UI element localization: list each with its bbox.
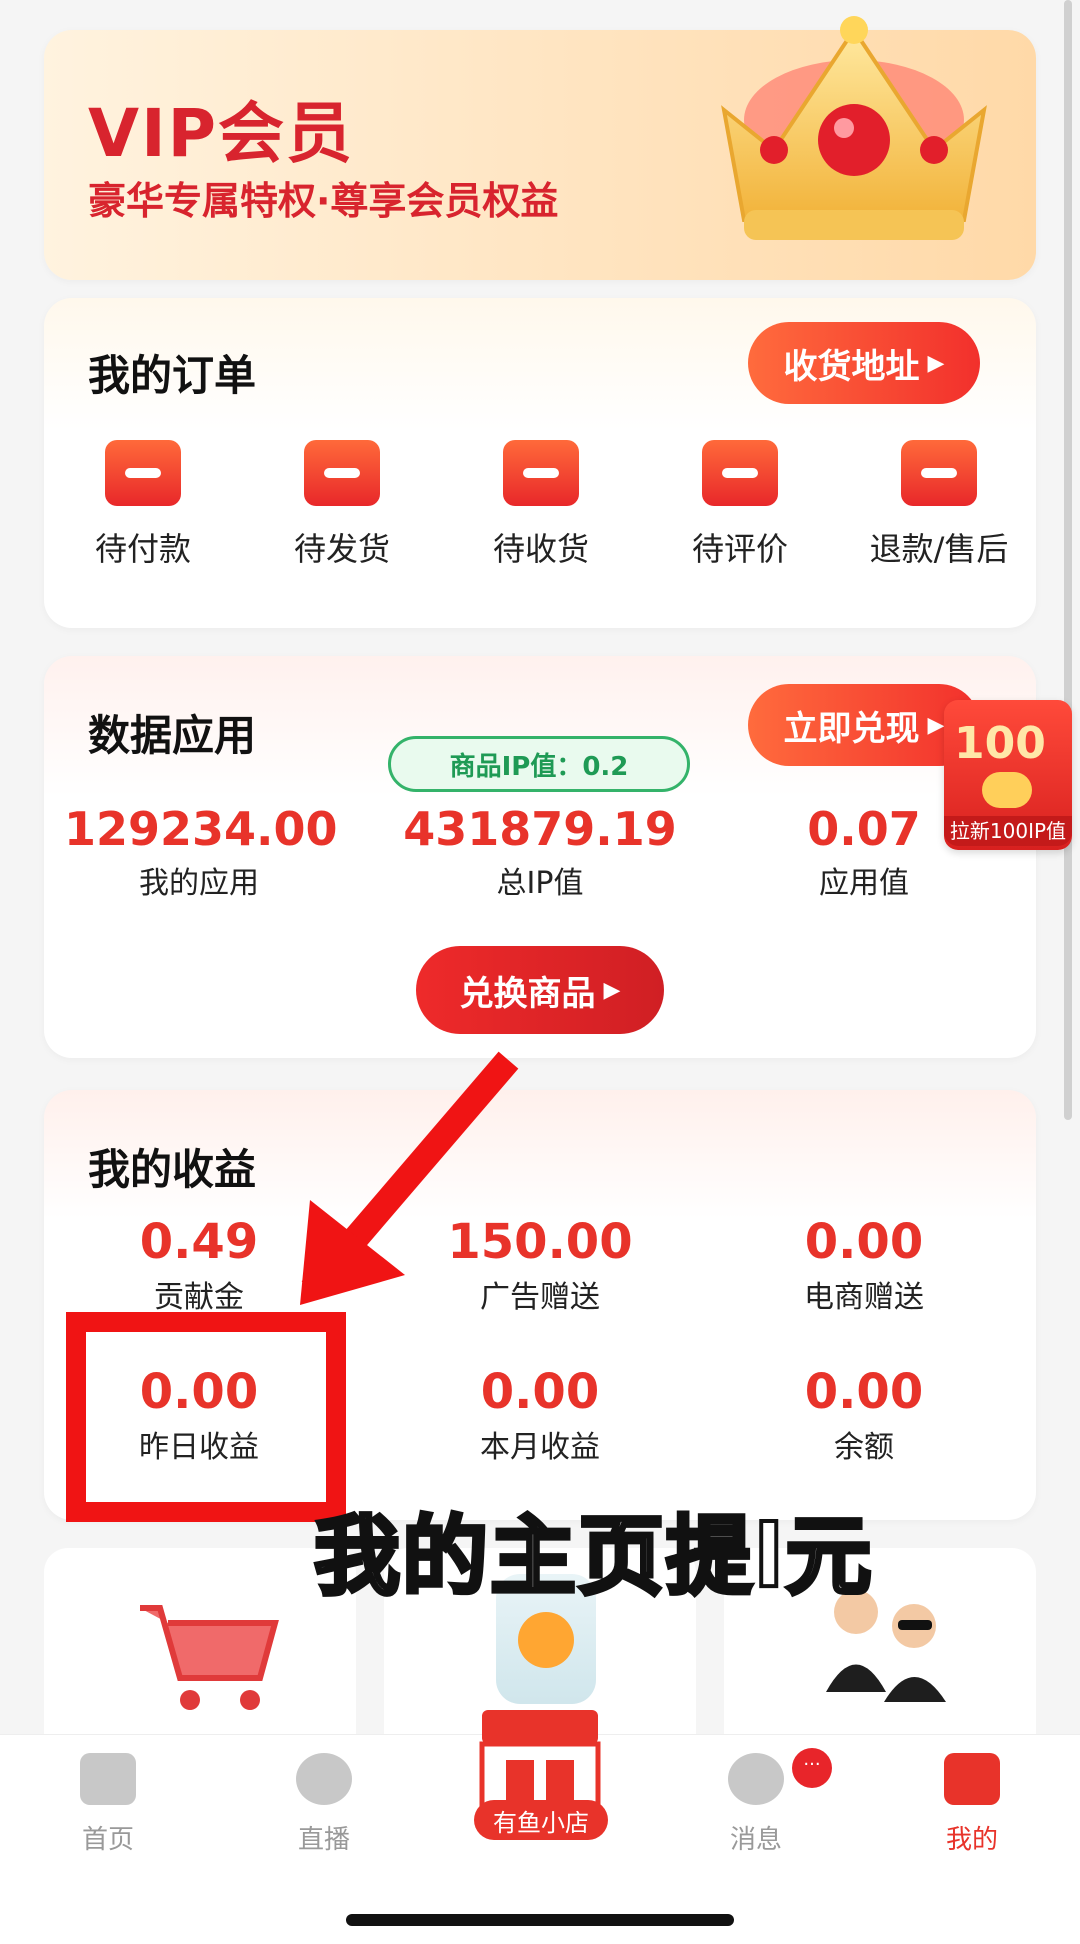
data-app-card: 数据应用 立即兑现 ▶ 商品IP值：0.2 129234.00 我的应用 431… xyxy=(44,656,1036,1058)
order-label: 待发货 xyxy=(293,530,390,568)
comment-icon xyxy=(702,440,778,506)
stat-ecommerce-bonus: 0.00 电商赠送 xyxy=(754,1214,974,1316)
order-pending-payment[interactable]: 待付款 xyxy=(48,440,238,570)
tab-shop-label[interactable]: 有鱼小店 xyxy=(474,1800,608,1840)
chat-icon xyxy=(728,1753,784,1805)
stat-value: 0.00 xyxy=(480,1364,600,1420)
address-button[interactable]: 收货地址 ▶ xyxy=(748,322,980,404)
vip-title: VIP会员 xyxy=(88,95,355,172)
stat-label: 贡献金 xyxy=(154,1280,244,1315)
stat-label: 总IP值 xyxy=(496,866,584,901)
stat-label: 电商赠送 xyxy=(804,1280,924,1315)
tab-label: 消息 xyxy=(729,1825,782,1855)
address-button-label: 收货地址 xyxy=(783,346,920,387)
tab-home[interactable]: 首页 xyxy=(38,1753,178,1856)
stat-app-value: 0.07 应用值 xyxy=(764,802,964,902)
shopping-cart-icon xyxy=(140,1605,279,1710)
tab-label: 首页 xyxy=(81,1825,134,1855)
tab-live[interactable]: 直播 xyxy=(254,1753,394,1856)
refund-icon xyxy=(901,440,977,506)
chevron-right-icon: ▶ xyxy=(927,350,945,376)
stat-my-app: 129234.00 我的应用 xyxy=(64,802,338,902)
stat-month-earnings[interactable]: 0.00 本月收益 xyxy=(424,1364,656,1466)
wallet-icon xyxy=(105,440,181,506)
order-pending-review[interactable]: 待评价 xyxy=(645,440,835,570)
tab-label: 我的 xyxy=(945,1825,998,1855)
package-icon xyxy=(304,440,380,506)
chevron-right-icon: ▶ xyxy=(603,977,621,1003)
stat-value: 0.07 xyxy=(807,802,921,856)
stat-total-ip: 431879.19 总IP值 xyxy=(392,802,688,902)
order-pending-receipt[interactable]: 待收货 xyxy=(446,440,636,570)
coin-icon xyxy=(518,1612,574,1668)
stat-label: 本月收益 xyxy=(480,1430,600,1465)
ip-value-tag: 商品IP值：0.2 xyxy=(388,736,690,792)
earnings-title: 我的收益 xyxy=(88,1145,257,1194)
order-label: 待付款 xyxy=(94,530,191,568)
overlay-caption: 我的主页提l元 xyxy=(312,1505,874,1609)
chevron-right-icon: ▶ xyxy=(927,712,945,738)
stat-value: 431879.19 xyxy=(403,802,677,856)
cash-now-label: 立即兑现 xyxy=(783,708,920,749)
stat-value: 0.00 xyxy=(804,1214,924,1270)
message-badge: ··· xyxy=(792,1748,832,1788)
stat-value: 0.49 xyxy=(139,1214,259,1270)
coin-icon xyxy=(982,772,1032,808)
stat-value: 0.00 xyxy=(804,1364,924,1420)
red-arrow-icon xyxy=(300,1051,519,1305)
order-pending-shipment[interactable]: 待发货 xyxy=(247,440,437,570)
invite-100-ip-badge[interactable]: 100 拉新100IP值 xyxy=(944,700,1072,850)
orders-title: 我的订单 xyxy=(88,351,257,400)
badge-small-text: 拉新100IP值 xyxy=(944,816,1072,846)
order-refund[interactable]: 退款/售后 xyxy=(844,440,1034,570)
vip-banner[interactable]: VIP会员 豪华专属特权·尊享会员权益 xyxy=(44,16,1036,280)
order-label: 待收货 xyxy=(492,530,589,568)
highlight-box xyxy=(66,1312,346,1522)
order-label: 退款/售后 xyxy=(869,530,1009,568)
profile-icon xyxy=(944,1753,1000,1805)
scrollbar[interactable] xyxy=(1064,0,1072,1120)
stat-label: 余额 xyxy=(834,1430,894,1465)
crown-icon xyxy=(721,16,987,240)
redeem-goods-label: 兑换商品 xyxy=(459,973,596,1014)
home-icon xyxy=(80,1753,136,1805)
stat-label: 我的应用 xyxy=(139,866,259,901)
box-icon xyxy=(503,440,579,506)
stat-value: 129234.00 xyxy=(64,802,338,856)
badge-big-text: 100 xyxy=(954,718,1046,769)
order-label: 待评价 xyxy=(691,530,788,568)
redeem-goods-button[interactable]: 兑换商品 ▶ xyxy=(416,946,664,1034)
data-app-title: 数据应用 xyxy=(88,711,257,760)
play-icon xyxy=(296,1753,352,1805)
home-indicator[interactable] xyxy=(346,1914,734,1926)
tab-label: 直播 xyxy=(297,1825,350,1855)
tab-profile[interactable]: 我的 xyxy=(902,1753,1042,1856)
vip-subtitle: 豪华专属特权·尊享会员权益 xyxy=(88,179,559,223)
stat-contribution: 0.49 贡献金 xyxy=(94,1214,304,1316)
stat-balance[interactable]: 0.00 余额 xyxy=(754,1364,974,1466)
orders-card: 我的订单 收货地址 ▶ 待付款 待发货 待收货 待评价 退款/售后 xyxy=(44,298,1036,628)
stat-label: 应用值 xyxy=(819,866,909,901)
